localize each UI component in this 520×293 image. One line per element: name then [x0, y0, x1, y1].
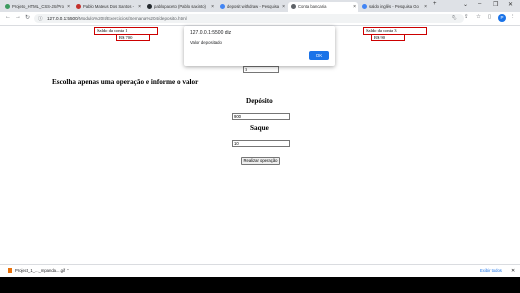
browser-toolbar: ← → ↻ ⓘ 127.0.0.1:5500/Modulo%20II/Exerc… — [0, 12, 520, 26]
star-icon[interactable]: ☆ — [476, 14, 481, 20]
tab-strip: Projeto_HTML_CSS-JS/Pro × Pablo Mateus Do… — [0, 0, 520, 12]
close-icon[interactable]: × — [138, 2, 141, 12]
withdraw-input[interactable]: 10 — [232, 140, 290, 147]
balance-value-account-3: R$ 90 — [371, 34, 405, 41]
balance-value-account-1: R$ 700 — [116, 34, 150, 41]
download-item[interactable]: Project_1_..._mpanda....gif ⌃ — [8, 265, 70, 277]
tab-deposit-withdraw[interactable]: deposit withdraw - Pesquisa × — [217, 2, 287, 12]
sidebar-icon[interactable]: ▯ — [488, 14, 491, 20]
zoom-icon[interactable]: ⌕ — [452, 14, 455, 21]
deposit-input[interactable]: 900 — [232, 113, 290, 120]
close-icon[interactable]: × — [424, 2, 427, 12]
maximize-icon[interactable]: ❐ — [493, 1, 498, 8]
close-icon[interactable]: × — [211, 2, 214, 12]
new-tab-icon[interactable]: + — [433, 1, 437, 7]
show-all-downloads-link[interactable]: Exibir todos — [480, 265, 502, 277]
back-icon[interactable]: ← — [5, 14, 11, 20]
dialog-origin: 127.0.0.1:5500 diz — [190, 30, 232, 36]
submit-operation-button[interactable]: Realizar operação — [241, 157, 280, 165]
forward-icon[interactable]: → — [15, 14, 21, 20]
reload-icon[interactable]: ↻ — [25, 14, 30, 21]
tab-pablopaceto[interactable]: pablopaceto (Pablo saxinto) × — [144, 2, 216, 12]
deposit-title: Depósito — [246, 97, 273, 105]
share-icon[interactable]: ⇪ — [464, 14, 469, 20]
dialog-ok-button[interactable]: OK — [309, 51, 329, 60]
instruction-heading: Escolha apenas uma operação e informe o … — [52, 78, 199, 86]
close-icon[interactable]: × — [67, 2, 70, 12]
github-icon — [147, 4, 152, 10]
avatar[interactable]: P — [498, 14, 506, 22]
tab-saldo-ingles[interactable]: saldo inglês - Pesquisa Go × — [359, 2, 429, 12]
globe-icon — [291, 4, 296, 10]
tab-conta-bancaria[interactable]: Conta bancaria × — [288, 2, 358, 12]
close-icon[interactable]: ✕ — [511, 265, 515, 277]
account-number-input[interactable]: 3 — [243, 66, 279, 73]
dialog-message: Valor depositado — [190, 40, 222, 45]
file-icon — [8, 268, 12, 274]
menu-icon[interactable]: ⋮ — [510, 14, 516, 20]
google-icon — [220, 4, 225, 10]
close-icon[interactable]: × — [282, 2, 285, 12]
tab-projeto[interactable]: Projeto_HTML_CSS-JS/Pro × — [2, 2, 72, 12]
close-icon[interactable]: × — [353, 2, 356, 12]
close-window-icon[interactable]: ✕ — [508, 1, 513, 8]
alert-dialog: 127.0.0.1:5500 diz Valor depositado OK — [184, 26, 335, 66]
github-icon — [76, 4, 81, 10]
tab-search-icon[interactable]: ⌄ — [463, 1, 468, 8]
tab-pablo-mateus[interactable]: Pablo Mateus Dos Santos - × — [73, 2, 143, 12]
chevron-up-icon[interactable]: ⌃ — [66, 268, 70, 273]
minimize-icon[interactable]: – — [478, 1, 481, 7]
taskbar — [0, 277, 520, 293]
downloads-bar: Project_1_..._mpanda....gif ⌃ Exibir tod… — [0, 264, 520, 277]
google-icon — [362, 4, 367, 10]
withdraw-title: Saque — [250, 124, 269, 132]
info-icon[interactable]: ⓘ — [38, 14, 43, 23]
address-bar[interactable]: ⓘ 127.0.0.1:5500/Modulo%20II/Exercicios/… — [34, 14, 464, 23]
green-dot-icon — [5, 4, 10, 10]
